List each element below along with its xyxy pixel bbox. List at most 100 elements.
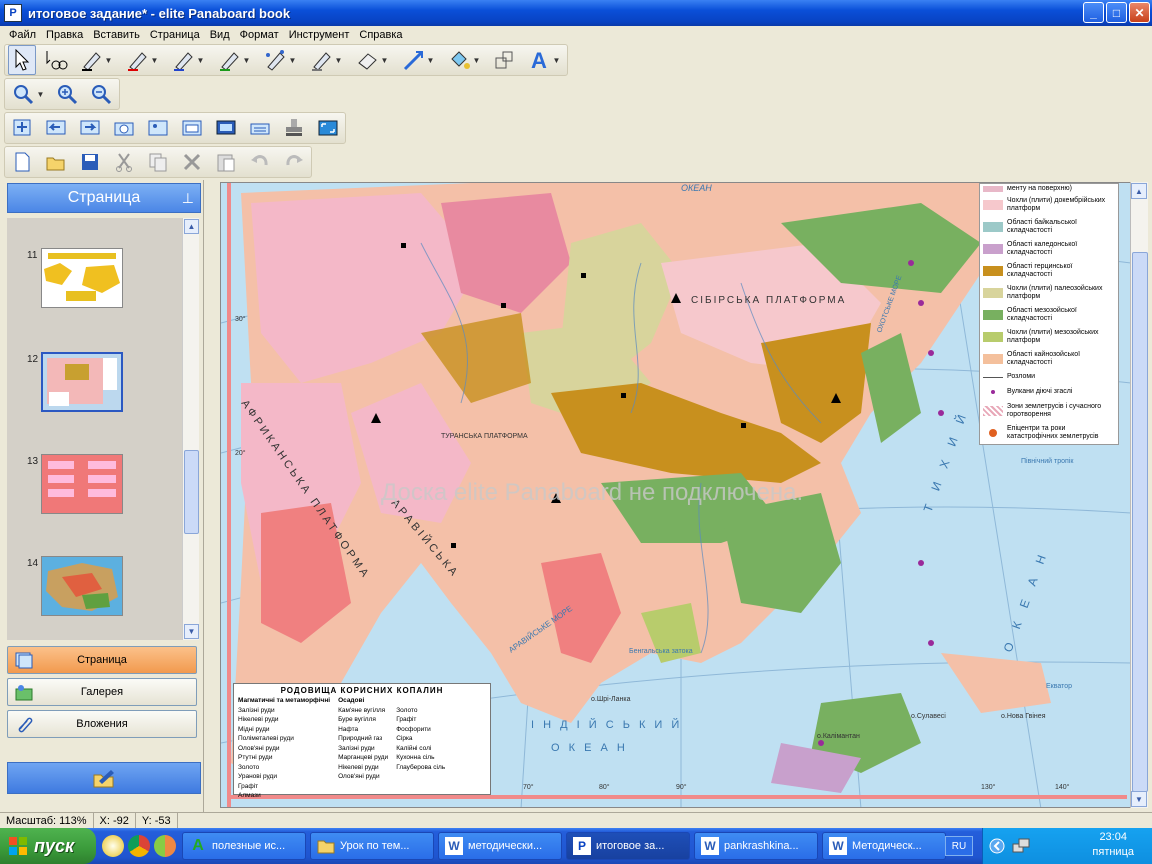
zoom-button[interactable]: ▼ bbox=[8, 79, 48, 109]
pin-icon[interactable]: ⊥ bbox=[182, 190, 194, 207]
mail-agent-icon[interactable] bbox=[102, 835, 124, 857]
chrome-icon[interactable] bbox=[128, 835, 150, 857]
maximize-button[interactable]: □ bbox=[1106, 2, 1127, 23]
screen-button[interactable] bbox=[212, 113, 240, 143]
cursor-y: Y: -53 bbox=[136, 812, 178, 829]
fullscreen-button[interactable] bbox=[314, 113, 342, 143]
delete-button[interactable] bbox=[178, 147, 206, 177]
undo-button[interactable] bbox=[246, 147, 274, 177]
thumbnail-scrollbar[interactable]: ▲ ▼ bbox=[182, 218, 199, 640]
mineral-item: Марганцеві руди bbox=[338, 754, 389, 761]
eraser-icon bbox=[357, 53, 377, 70]
task-label: полезные ис... bbox=[212, 840, 286, 852]
quick-launch bbox=[96, 835, 182, 857]
group-button[interactable] bbox=[490, 45, 518, 75]
task-button-active[interactable]: Pитоговое за... bbox=[566, 832, 690, 860]
next-page-icon bbox=[80, 120, 100, 135]
keyboard-button[interactable] bbox=[246, 113, 274, 143]
text-tool-button[interactable]: A ▼ bbox=[524, 45, 564, 75]
select-tool-button[interactable] bbox=[8, 45, 36, 75]
legend-swatch bbox=[983, 376, 1003, 378]
task-button[interactable]: Wpankrashkina... bbox=[694, 832, 818, 860]
start-button[interactable]: пуск bbox=[0, 828, 96, 864]
windows-taskbar: пуск Aполезные ис... Урок по тем... Wмет… bbox=[0, 828, 1152, 864]
browser-icon[interactable] bbox=[154, 835, 176, 857]
network-icon[interactable] bbox=[1011, 836, 1031, 856]
task-button[interactable]: W Методическ... bbox=[822, 832, 946, 860]
mineral-item: Алмази bbox=[238, 792, 261, 799]
pen-blue-button[interactable]: ▼ bbox=[168, 45, 208, 75]
page-thumbnail-11[interactable] bbox=[41, 248, 123, 308]
scroll-down-arrow[interactable]: ▼ bbox=[1131, 791, 1147, 807]
gallery-tab-button[interactable]: Галерея bbox=[7, 678, 197, 706]
thumbnail-number: 13 bbox=[27, 456, 39, 467]
zoom-tools-group: ▼ bbox=[4, 78, 120, 110]
line-tool-button[interactable]: ▼ bbox=[398, 45, 438, 75]
page-thumbnail-14[interactable] bbox=[41, 556, 123, 616]
page-tab-button[interactable]: Страница bbox=[7, 646, 197, 674]
redo-button[interactable] bbox=[280, 147, 308, 177]
zoom-in-button[interactable] bbox=[54, 79, 82, 109]
scroll-up-arrow[interactable]: ▲ bbox=[1131, 183, 1147, 199]
mineral-item: Ртутні руди bbox=[238, 754, 273, 761]
highlighter-button[interactable]: ▼ bbox=[306, 45, 346, 75]
shape-fill-button[interactable]: ▼ bbox=[444, 45, 484, 75]
copy-button[interactable] bbox=[144, 147, 172, 177]
task-button[interactable]: Wметодически... bbox=[438, 832, 562, 860]
capture-button[interactable] bbox=[110, 113, 138, 143]
mineral-item: Залізні руди bbox=[338, 744, 375, 752]
menu-insert[interactable]: Вставить bbox=[88, 29, 145, 41]
pen-red-button[interactable]: ▼ bbox=[122, 45, 162, 75]
legend-swatch bbox=[983, 310, 1003, 320]
canvas-scroll-thumb[interactable] bbox=[1132, 252, 1148, 792]
tray-expand-icon[interactable] bbox=[989, 838, 1005, 854]
next-page-button[interactable] bbox=[76, 113, 104, 143]
map-legend: менту на поверхню) Чохли (плити) докембр… bbox=[979, 183, 1119, 445]
page-thumbnail-13[interactable] bbox=[41, 454, 123, 514]
canvas-scrollbar[interactable]: ▲ ▼ bbox=[1130, 182, 1148, 808]
pen-green-button[interactable]: ▼ bbox=[214, 45, 254, 75]
task-button[interactable]: Aполезные ис... bbox=[182, 832, 306, 860]
menu-page[interactable]: Страница bbox=[145, 29, 205, 41]
minimize-button[interactable]: _ bbox=[1083, 2, 1104, 23]
attachments-tab-button[interactable]: Вложения bbox=[7, 710, 197, 738]
whiteboard-canvas[interactable]: ОКЕАН СІБІРСЬКА ПЛАТФОРМА АФРИКАНСЬКА ПЛ… bbox=[220, 182, 1148, 808]
pen-black-button[interactable]: ▼ bbox=[76, 45, 116, 75]
save-button[interactable] bbox=[76, 147, 104, 177]
drawing-toolbar: ▼ ▼ ▼ ▼ ▼ ▼ ▼ ▼ ▼ A ▼ bbox=[4, 44, 568, 76]
menu-view[interactable]: Вид bbox=[205, 29, 235, 41]
panel-action-button[interactable] bbox=[7, 762, 201, 794]
capture-window-button[interactable] bbox=[178, 113, 206, 143]
menu-edit[interactable]: Правка bbox=[41, 29, 88, 41]
add-page-button[interactable] bbox=[8, 113, 36, 143]
cut-button[interactable] bbox=[110, 147, 138, 177]
close-button[interactable]: ✕ bbox=[1129, 2, 1150, 23]
page-tab-icon bbox=[15, 652, 33, 669]
menu-format[interactable]: Формат bbox=[235, 29, 284, 41]
capture-area-button[interactable] bbox=[144, 113, 172, 143]
svg-text:A: A bbox=[531, 49, 547, 71]
scroll-thumb[interactable] bbox=[184, 450, 199, 534]
menu-help[interactable]: Справка bbox=[354, 29, 407, 41]
eraser-button[interactable]: ▼ bbox=[352, 45, 392, 75]
open-file-button[interactable] bbox=[42, 147, 70, 177]
legend-label: Області каледонської складчастості bbox=[1007, 241, 1078, 256]
paste-button[interactable] bbox=[212, 147, 240, 177]
menu-tools[interactable]: Инструмент bbox=[284, 29, 355, 41]
previous-page-button[interactable] bbox=[42, 113, 70, 143]
task-button[interactable]: Урок по тем... bbox=[310, 832, 434, 860]
stamp-button[interactable] bbox=[280, 113, 308, 143]
thumbnail-list[interactable]: 11 12 13 14 bbox=[7, 218, 185, 640]
scroll-down-arrow[interactable]: ▼ bbox=[184, 624, 199, 639]
clock[interactable]: 23:04 пятница bbox=[1092, 830, 1134, 860]
minerals-col-sedimentary: Осадові Кам'яне вугілля Буре вугілля Наф… bbox=[338, 697, 388, 802]
smart-pen-button[interactable]: ▼ bbox=[260, 45, 300, 75]
page-thumbnail-12[interactable] bbox=[41, 352, 123, 412]
language-indicator[interactable]: RU bbox=[945, 836, 973, 856]
menu-file[interactable]: Файл bbox=[4, 29, 41, 41]
map-label-siberian: СІБІРСЬКА ПЛАТФОРМА bbox=[691, 295, 846, 306]
zoom-out-button[interactable] bbox=[88, 79, 116, 109]
lasso-tool-button[interactable] bbox=[42, 45, 70, 75]
scroll-up-arrow[interactable]: ▲ bbox=[184, 219, 199, 234]
new-file-button[interactable] bbox=[8, 147, 36, 177]
